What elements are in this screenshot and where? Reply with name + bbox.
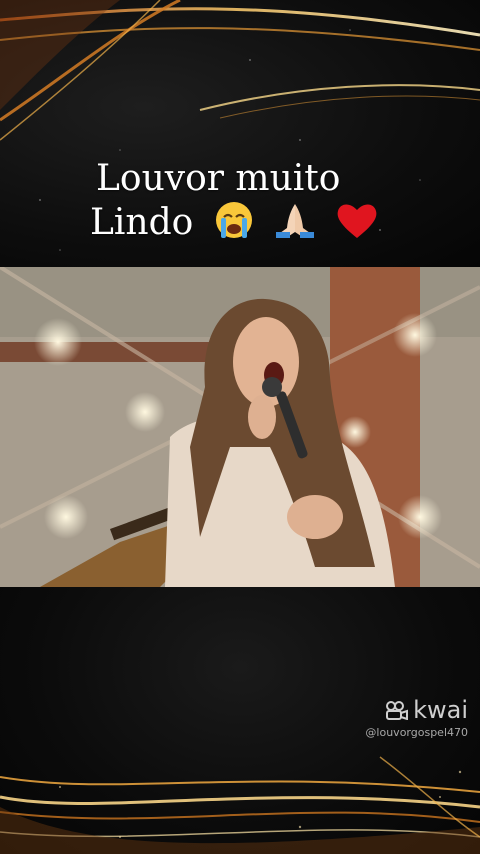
video-frame[interactable]	[0, 267, 480, 587]
caption-line-2-text: Lindo	[90, 202, 194, 243]
kwai-handle: @louvorgospel470	[365, 726, 468, 739]
kwai-watermark: kwai @louvorgospel470	[365, 696, 468, 740]
kwai-camera-icon	[386, 701, 409, 720]
crying-face-icon	[215, 202, 252, 238]
kwai-brand: kwai	[365, 696, 468, 724]
singer-image	[0, 267, 480, 587]
kwai-brand-text: kwai	[413, 696, 468, 724]
gold-swirl-decoration-bottom	[0, 756, 480, 854]
caption-line-1: Louvor muito	[96, 158, 341, 199]
video-caption: Louvor muito Lindo	[90, 158, 390, 244]
praying-hands-icon	[276, 204, 315, 238]
caption-line-2: Lindo	[90, 200, 390, 244]
red-heart-icon	[337, 204, 377, 238]
